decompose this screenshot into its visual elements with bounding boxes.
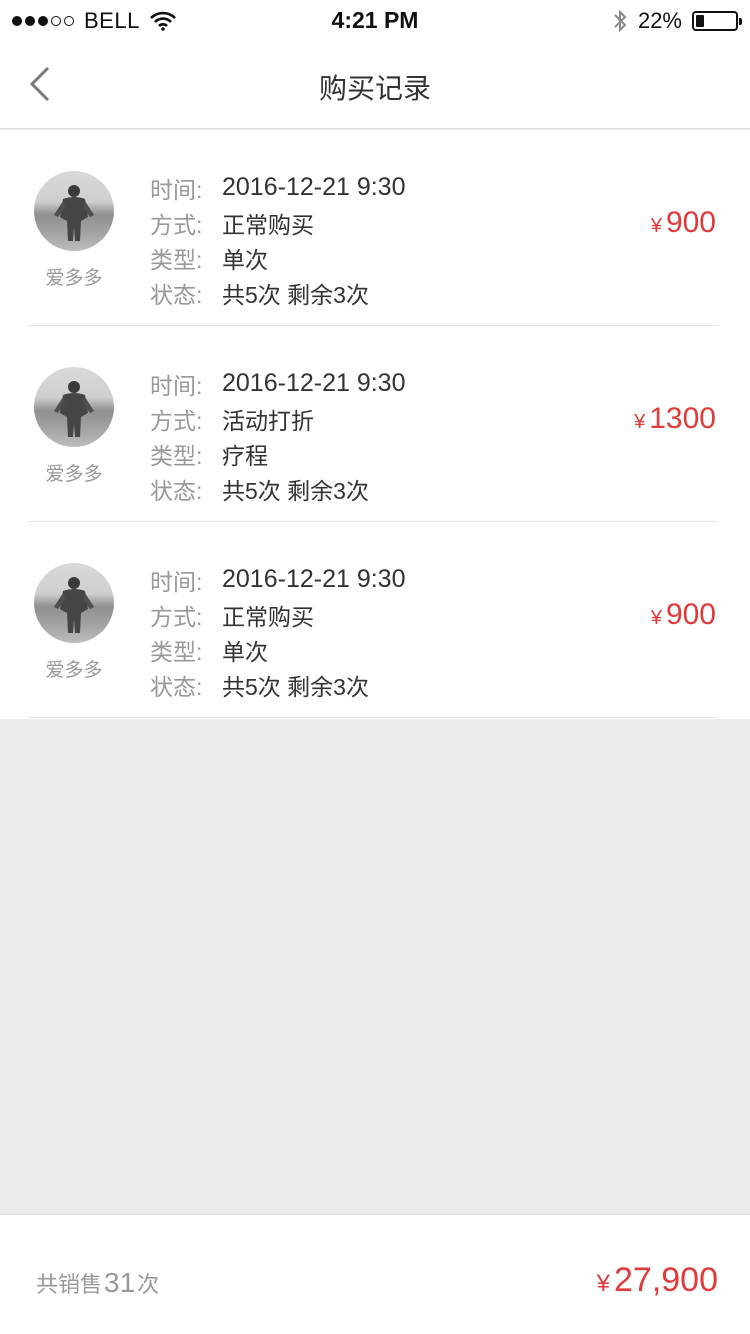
total-sales-count: 共销售 31 次 (36, 1267, 159, 1299)
status-value: 共5次 剩余3次 (222, 477, 369, 504)
purchase-record-list: 爱多多 时间: 2016-12-21 9:30 方式: 正常购买 类型: 单次 … (0, 130, 750, 719)
time-value: 2016-12-21 9:30 (222, 565, 406, 593)
status-label: 状态: (150, 673, 203, 700)
user-photo-icon (54, 577, 94, 633)
record-status-row: 状态: 共5次 剩余3次 (150, 275, 405, 310)
total-sales-amount: ¥ 27,900 (597, 1261, 718, 1300)
purchase-record-item[interactable]: 爱多多 时间: 2016-12-21 9:30 方式: 活动打折 类型: 疗程 … (0, 326, 750, 522)
record-details: 时间: 2016-12-21 9:30 方式: 活动打折 类型: 疗程 状态: … (150, 366, 405, 506)
time-label: 时间: (150, 176, 203, 203)
bluetooth-icon (614, 9, 627, 33)
time-label: 时间: (150, 372, 203, 399)
method-label: 方式: (150, 407, 203, 434)
price-amount: 1300 (649, 402, 716, 435)
user-name: 爱多多 (45, 660, 103, 681)
type-label: 类型: (150, 638, 203, 665)
status-label: 状态: (150, 477, 203, 504)
currency-symbol: ¥ (634, 411, 646, 433)
time-label: 时间: (150, 568, 203, 595)
method-label: 方式: (150, 603, 203, 630)
status-right: 22% (612, 7, 742, 35)
record-time-row: 时间: 2016-12-21 9:30 (150, 366, 405, 401)
record-price: ¥ 900 (651, 598, 716, 632)
method-value: 活动打折 (222, 407, 314, 434)
avatar (34, 171, 114, 251)
record-status-row: 状态: 共5次 剩余3次 (150, 471, 405, 506)
battery-percentage: 22% (637, 8, 682, 33)
avatar (34, 367, 114, 447)
currency-symbol: ¥ (596, 1270, 610, 1297)
currency-symbol: ¥ (650, 215, 662, 237)
page-title: 购买记录 (318, 73, 431, 104)
currency-symbol: ¥ (650, 607, 662, 629)
method-label: 方式: (150, 211, 203, 238)
record-status-row: 状态: 共5次 剩余3次 (150, 667, 405, 702)
total-sales-suffix: 次 (137, 1272, 160, 1297)
record-method-row: 方式: 正常购买 (150, 205, 405, 240)
time-value: 2016-12-21 9:30 (222, 369, 406, 397)
battery-icon (692, 11, 742, 31)
status-bar: BELL 4:21 PM 22% (0, 0, 750, 40)
divider (28, 717, 718, 718)
price-amount: 900 (665, 598, 716, 631)
type-value: 疗程 (222, 442, 268, 469)
battery-level (696, 15, 705, 27)
record-method-row: 方式: 正常购买 (150, 597, 405, 632)
purchase-record-item[interactable]: 爱多多 时间: 2016-12-21 9:30 方式: 正常购买 类型: 单次 … (0, 522, 750, 718)
type-label: 类型: (150, 246, 203, 273)
type-label: 类型: (150, 442, 203, 469)
record-type-row: 类型: 单次 (150, 240, 405, 275)
method-value: 正常购买 (222, 603, 314, 630)
record-details: 时间: 2016-12-21 9:30 方式: 正常购买 类型: 单次 状态: … (150, 170, 405, 310)
total-sales-prefix: 共销售 (36, 1272, 103, 1297)
record-method-row: 方式: 活动打折 (150, 401, 405, 436)
user-photo-icon (54, 185, 94, 241)
purchase-record-item[interactable]: 爱多多 时间: 2016-12-21 9:30 方式: 正常购买 类型: 单次 … (0, 130, 750, 326)
price-amount: 900 (665, 206, 716, 239)
type-value: 单次 (222, 638, 268, 665)
user-photo-icon (54, 381, 94, 437)
record-time-row: 时间: 2016-12-21 9:30 (150, 170, 405, 205)
type-value: 单次 (222, 246, 268, 273)
record-type-row: 类型: 疗程 (150, 436, 405, 471)
user-name: 爱多多 (45, 464, 103, 485)
record-details: 时间: 2016-12-21 9:30 方式: 正常购买 类型: 单次 状态: … (150, 562, 405, 702)
record-time-row: 时间: 2016-12-21 9:30 (150, 562, 405, 597)
status-value: 共5次 剩余3次 (222, 281, 369, 308)
record-price: ¥ 1300 (634, 402, 716, 436)
status-label: 状态: (150, 281, 203, 308)
record-type-row: 类型: 单次 (150, 632, 405, 667)
user-name: 爱多多 (45, 268, 103, 289)
record-price: ¥ 900 (651, 206, 716, 240)
navigation-bar: 购买记录 (0, 40, 750, 129)
total-amount-value: 27,900 (614, 1261, 718, 1299)
status-value: 共5次 剩余3次 (222, 673, 369, 700)
sales-summary-bar: 共销售 31 次 ¥ 27,900 (0, 1214, 750, 1334)
avatar (34, 563, 114, 643)
total-sales-number: 31 (104, 1267, 136, 1298)
time-value: 2016-12-21 9:30 (222, 173, 406, 201)
method-value: 正常购买 (222, 211, 314, 238)
